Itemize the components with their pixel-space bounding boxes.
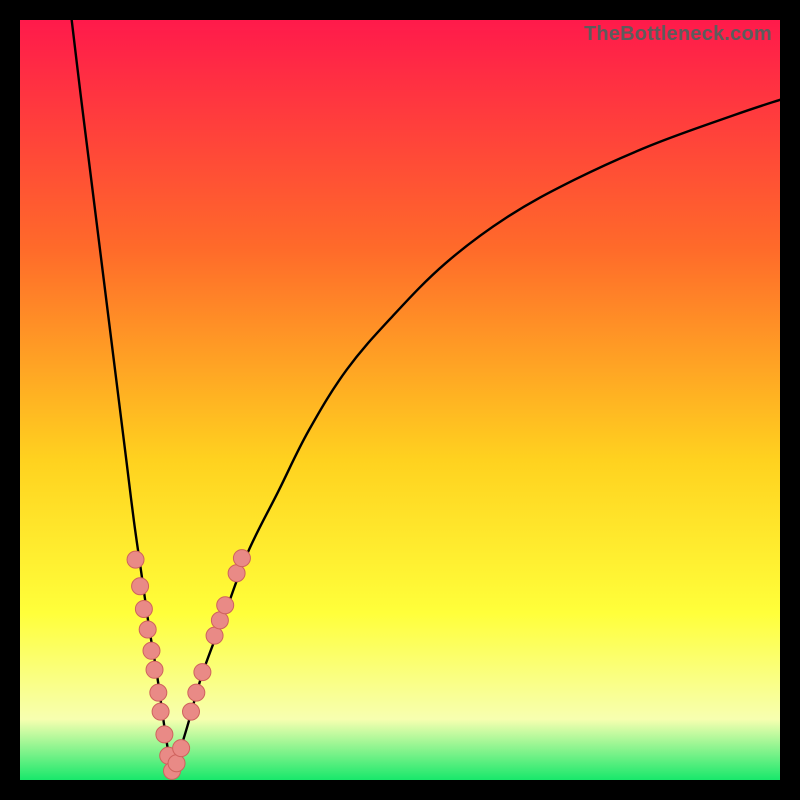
data-point: [146, 661, 163, 678]
data-point: [183, 703, 200, 720]
data-point: [168, 755, 185, 772]
data-point: [188, 684, 205, 701]
data-point: [127, 551, 144, 568]
chart-frame: TheBottleneck.com: [20, 20, 780, 780]
data-point: [173, 740, 190, 757]
chart-canvas: [20, 20, 780, 780]
data-point: [217, 597, 234, 614]
data-point: [206, 627, 223, 644]
gradient-background: [20, 20, 780, 780]
data-point: [152, 703, 169, 720]
data-point: [135, 601, 152, 618]
data-point: [139, 621, 156, 638]
data-point: [233, 550, 250, 567]
data-point: [156, 726, 173, 743]
data-point: [211, 612, 228, 629]
data-point: [150, 684, 167, 701]
data-point: [228, 565, 245, 582]
watermark-text: TheBottleneck.com: [584, 23, 772, 46]
data-point: [143, 642, 160, 659]
data-point: [132, 578, 149, 595]
data-point: [194, 664, 211, 681]
